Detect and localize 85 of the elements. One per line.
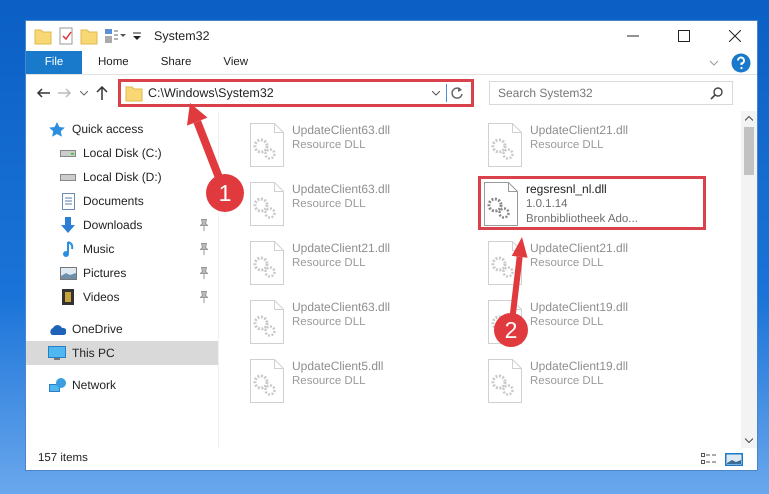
address-path: C:\Windows\System32 [148,84,275,102]
pin-icon [200,291,208,303]
computer-icon [48,346,66,360]
minimize-icon [626,35,638,37]
details-view-icon[interactable] [701,453,717,465]
network-icon [48,378,66,392]
maximize-icon [678,30,690,42]
file-detail: Resource DLL [530,315,605,330]
picture-icon [60,266,76,280]
scrollbar-thumb[interactable] [744,127,754,175]
ribbon-tab[interactable]: Share [144,51,208,74]
search-icon[interactable] [710,86,724,100]
file-detail: Resource DLL [292,315,367,330]
file-detail: Resource DLL [292,197,367,212]
recent-icon [80,90,88,96]
nav-item[interactable]: Documents [26,189,150,213]
document-icon [62,192,74,210]
recent-button[interactable] [80,90,88,96]
film-icon [62,289,74,305]
pin-icon [200,243,208,255]
scroll-down-icon[interactable] [745,438,753,443]
star-icon [48,120,66,138]
nav-item[interactable]: Videos [26,285,218,309]
file-detail: Resource DLL [530,374,605,389]
dll-file-icon [488,359,522,403]
nav-item[interactable]: Local Disk (D:) [26,165,168,189]
address-bar[interactable]: C:\Windows\System32 [118,79,474,107]
window-title: System32 [154,28,210,45]
nav-item[interactable]: Music [26,237,218,261]
drive-icon [60,174,76,180]
customize-icon[interactable] [132,32,142,40]
nav-item[interactable]: Pictures [26,261,218,285]
dll-file-icon [250,300,284,344]
callout-number: 2 [504,317,518,343]
close-icon [728,30,740,42]
dll-file-icon [250,182,284,226]
dll-file-icon [488,241,522,285]
pin-icon [200,267,208,279]
nav-item[interactable]: Quick access [26,117,150,141]
item-count: 157 items [38,451,88,466]
cloud-icon [48,324,66,334]
ribbon-tab[interactable]: Home [82,51,145,74]
folder-icon [125,84,143,102]
dll-file-icon [250,241,284,285]
ribbon-tab[interactable]: View [207,51,264,74]
pin-icon [200,219,208,231]
file-detail: Resource DLL [530,138,605,153]
view-icon[interactable] [104,28,126,44]
back-button[interactable] [36,88,50,98]
file-detail: Resource DLL [292,138,367,153]
folder-icon [34,28,52,44]
nav-item[interactable]: This PC [26,341,218,365]
scroll-up-icon[interactable] [745,116,753,121]
scrollbar[interactable] [741,111,757,448]
file-name[interactable]: regsresnl_nl.dll [526,182,638,197]
ribbon-tab[interactable]: File [26,51,82,74]
properties-icon[interactable] [58,27,74,45]
nav-item[interactable]: OneDrive [26,317,129,341]
file-detail: Resource DLL [292,374,367,389]
dropdown-icon[interactable] [432,90,440,96]
download-arrow-icon [61,217,75,233]
nav-item[interactable]: Downloads [26,213,218,237]
dll-file-icon [250,359,284,403]
chevron-icon[interactable] [709,60,719,66]
dll-file-icon [250,123,284,167]
file-detail: 1.0.1.14 [526,197,569,212]
nav-item[interactable]: Local Disk (C:) [26,141,168,165]
file-detail: Resource DLL [530,256,605,271]
drive-icon [60,150,76,156]
help-icon[interactable] [731,52,751,72]
file-detail: Bronbibliotheek Ado... [526,212,638,227]
music-note-icon [62,241,74,257]
forward-icon [58,88,72,98]
callout-badge [206,174,244,212]
search-field[interactable]: Search System32 [489,81,733,105]
large-icons-view-icon[interactable] [725,452,743,466]
callout-number: 1 [218,180,232,206]
back-icon [36,88,50,98]
up-button[interactable] [96,86,108,100]
callout-badge [494,313,528,347]
dll-file-icon [484,182,518,226]
file-detail: Resource DLL [292,256,367,271]
dll-file-icon [488,123,522,167]
up-icon [96,86,108,100]
nav-item[interactable]: Network [26,373,122,397]
